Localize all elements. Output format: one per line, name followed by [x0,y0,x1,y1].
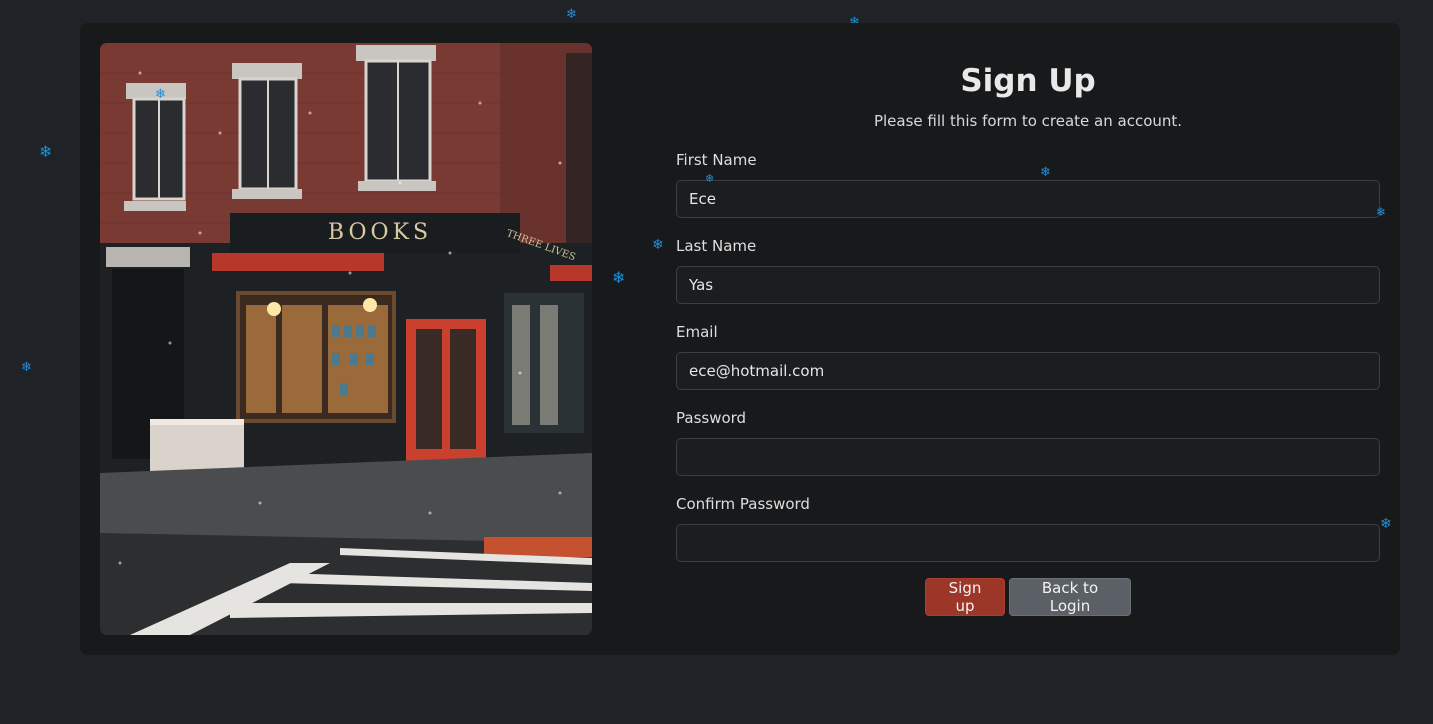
snowflake-icon: ❄ [155,87,166,102]
email-input[interactable] [676,352,1380,390]
password-input[interactable] [676,438,1380,476]
back-to-login-button[interactable]: Back to Login [1009,578,1131,616]
snowflake-icon: ❄ [652,237,664,253]
confirm-password-input[interactable] [676,524,1380,562]
snowflake-icon: ❄ [1376,205,1387,219]
confirm-password-label: Confirm Password [676,495,810,513]
last-name-input[interactable] [676,266,1380,304]
last-name-label: Last Name [676,237,757,255]
snowflake-icon: ❄ [566,7,577,22]
signup-button[interactable]: Sign up [925,578,1005,616]
page-subtitle: Please fill this form to create an accou… [873,112,1183,130]
first-name-input[interactable] [676,180,1380,218]
email-label: Email [676,323,718,341]
snowflake-icon: ❄ [612,268,626,287]
snowflake-icon: ❄ [21,360,32,375]
bookstore-photo: BOOKS THREE LIVES [100,43,592,635]
snowflake-icon: ❄ [1040,165,1051,180]
books-sign: BOOKS [328,220,432,245]
snowflake-icon: ❄ [1380,516,1392,532]
snowflake-icon: ❄ [39,142,53,161]
first-name-label: First Name [676,151,757,169]
password-label: Password [676,409,747,427]
snowflake-icon: ❄ [705,172,715,185]
page-title: Sign Up [960,63,1096,99]
signup-form: Sign Up Please fill this form to create … [676,23,1380,655]
signup-card: BOOKS THREE LIVES Sign Up Please fill th… [80,23,1400,655]
